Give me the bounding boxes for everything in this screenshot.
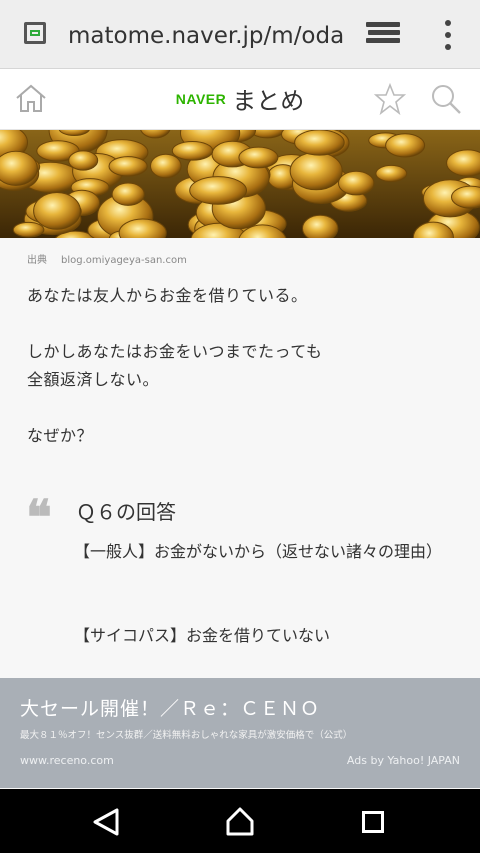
android-nav-bar [0,789,480,853]
recent-apps-icon[interactable] [362,811,384,833]
answer-ordinary-person: 【一般人】お金がないから（返せない諸々の理由） [74,542,443,561]
source-label: 出典 [27,255,47,266]
ad-provider[interactable]: Ads by Yahoo! JAPAN [347,754,460,767]
logo-brand: NAVER [175,90,227,107]
tabs-icon[interactable] [366,22,400,48]
url-field[interactable]: matome.naver.jp/m/odai/ [68,20,343,52]
quote-icon: ❝ [26,490,52,546]
article-paragraph-2-line-1: しかしあなたはお金をいつまでたっても [27,342,323,361]
article-paragraph-3: なぜか？ [27,426,94,445]
search-icon[interactable] [430,83,462,115]
answer-psychopath: 【サイコパス】お金を借りていない [74,626,331,645]
ad-url[interactable]: www.receno.com [20,754,114,767]
overflow-menu-icon[interactable] [440,20,454,50]
ad-banner[interactable]: 大セール開催！／Ｒｅ：ＣＥＮＯ 最大８１％オフ！センス抜群／送料無料おしゃれな家… [0,678,480,788]
site-header: NAVER まとめ [0,69,480,130]
home-nav-icon[interactable] [224,805,256,837]
ad-title[interactable]: 大セール開催！／Ｒｅ：ＣＥＮＯ [20,694,320,721]
browser-address-bar: matome.naver.jp/m/odai/ [0,0,480,69]
gold-coins-image [0,130,480,238]
ad-description: 最大８１％オフ！センス抜群／送料無料おしゃれな家具が激安価格で（公式） [20,730,353,741]
site-favicon-icon [24,22,46,44]
logo-name: まとめ [232,87,305,115]
article-paragraph-2-line-2: 全額返済しない。 [27,370,160,389]
image-source: 出典 blog.omiyageya-san.com [27,251,187,266]
naver-matome-logo[interactable]: NAVER まとめ [0,81,480,116]
answer-title: Ｑ６の回答 [76,500,176,524]
back-icon[interactable] [90,807,122,837]
source-link[interactable]: blog.omiyageya-san.com [61,255,187,266]
favorite-star-icon[interactable] [374,83,406,115]
article-paragraph-1: あなたは友人からお金を借りている。 [27,286,308,305]
